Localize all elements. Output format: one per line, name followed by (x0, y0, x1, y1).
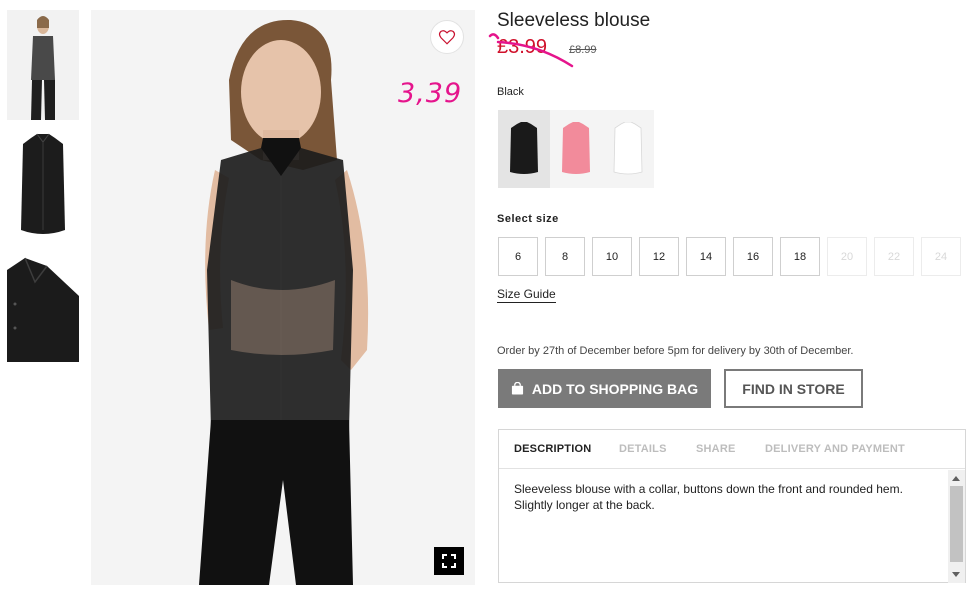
size-option-18[interactable]: 18 (780, 237, 820, 276)
sale-price: £3.99 (497, 36, 548, 58)
color-swatch-black[interactable] (498, 110, 550, 188)
tab-share[interactable]: SHARE (696, 443, 736, 455)
add-to-bag-label: ADD TO SHOPPING BAG (531, 380, 699, 397)
expand-image-button[interactable] (434, 547, 464, 575)
select-size-label: Select size (497, 213, 559, 225)
size-option-22-unavailable: 22 (874, 237, 914, 276)
heart-icon (438, 30, 456, 45)
thumbnail-blouse-image (7, 130, 79, 240)
handwritten-price-note: 3,39 (398, 78, 463, 109)
size-option-6[interactable]: 6 (498, 237, 538, 276)
tab-delivery-and-payment[interactable]: DELIVERY AND PAYMENT (765, 443, 905, 455)
scroll-up-arrow-icon[interactable] (952, 476, 960, 481)
scroll-thumb[interactable] (950, 486, 963, 562)
size-option-12[interactable]: 12 (639, 237, 679, 276)
size-guide-link[interactable]: Size Guide (497, 287, 556, 303)
tab-description[interactable]: DESCRIPTION (514, 443, 591, 455)
find-in-store-button[interactable]: FIND IN STORE (724, 369, 863, 408)
size-option-14[interactable]: 14 (686, 237, 726, 276)
expand-icon (442, 554, 456, 568)
size-option-20-unavailable: 20 (827, 237, 867, 276)
thumbnail-detail[interactable] (7, 256, 79, 362)
delivery-note: Order by 27th of December before 5pm for… (497, 345, 854, 357)
size-option-8[interactable]: 8 (545, 237, 585, 276)
blouse-black-swatch-image (510, 122, 538, 174)
selected-color-label: Black (497, 86, 524, 98)
thumbnail-flat-front[interactable] (7, 130, 79, 240)
thumbnail-model-image (7, 10, 79, 120)
original-price: £8.99 (569, 44, 597, 56)
color-swatch-white[interactable] (602, 110, 654, 188)
size-option-16[interactable]: 16 (733, 237, 773, 276)
blouse-pink-swatch-image (562, 122, 590, 174)
add-to-bag-button[interactable]: ADD TO SHOPPING BAG (498, 369, 711, 408)
color-swatch-pink[interactable] (550, 110, 602, 188)
product-title: Sleeveless blouse (497, 10, 651, 31)
shopping-bag-icon (511, 382, 523, 395)
scroll-down-arrow-icon[interactable] (952, 572, 960, 577)
product-info-panel: DESCRIPTION DETAILS SHARE DELIVERY AND P… (498, 429, 966, 583)
tab-details[interactable]: DETAILS (619, 443, 667, 455)
blouse-white-swatch-image (613, 122, 643, 175)
product-description: Sleeveless blouse with a collar, buttons… (514, 482, 903, 512)
thumbnail-detail-image (7, 256, 79, 362)
size-options: 6 8 10 12 14 16 18 20 22 24 (498, 237, 961, 276)
info-tabs: DESCRIPTION DETAILS SHARE DELIVERY AND P… (499, 430, 965, 469)
thumbnail-model[interactable] (7, 10, 79, 120)
size-option-24-unavailable: 24 (921, 237, 961, 276)
description-scrollbar[interactable] (948, 470, 965, 583)
favorite-button[interactable] (430, 20, 464, 54)
size-option-10[interactable]: 10 (592, 237, 632, 276)
